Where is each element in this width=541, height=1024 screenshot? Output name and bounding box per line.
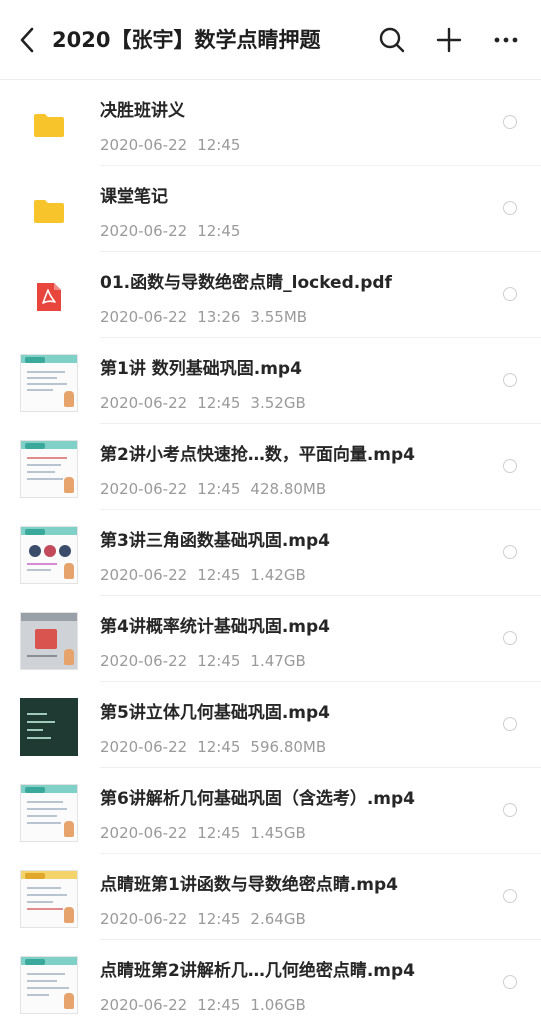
file-date: 2020-06-22 [100, 480, 188, 498]
file-time: 12:45 [197, 566, 241, 584]
pdf-icon [20, 268, 78, 326]
file-date: 2020-06-22 [100, 222, 188, 240]
select-radio[interactable] [503, 975, 517, 989]
file-date: 2020-06-22 [100, 738, 188, 756]
file-list: 决胜班讲义 2020-06-22 12:45 课堂笔记 2020-06-22 12:… [0, 80, 541, 1024]
file-row[interactable]: 第6讲解析几何基础巩固（含选考）.mp4 2020-06-22 12:45 1.45… [0, 768, 541, 854]
page-title: 2020【张宇】数学点睛押题 [52, 28, 321, 52]
select-radio[interactable] [503, 459, 517, 473]
file-size: 596.80MB [250, 738, 327, 756]
video-thumbnail [20, 526, 78, 584]
file-meta: 2020-06-22 12:45 596.80MB [100, 736, 326, 758]
file-row[interactable]: 课堂笔记 2020-06-22 12:45 [0, 166, 541, 252]
file-size: 1.42GB [250, 566, 306, 584]
file-name: 课堂笔记 [100, 187, 168, 207]
file-row[interactable]: 第5讲立体几何基础巩固.mp4 2020-06-22 12:45 596.80MB [0, 682, 541, 768]
file-time: 12:45 [197, 910, 241, 928]
file-time: 12:45 [197, 738, 241, 756]
search-icon [379, 27, 405, 53]
video-thumbnail [20, 698, 78, 756]
select-radio[interactable] [503, 373, 517, 387]
video-thumbnail [20, 354, 78, 412]
file-size: 3.52GB [250, 394, 306, 412]
file-meta: 2020-06-22 12:45 2.64GB [100, 908, 306, 930]
video-thumbnail [20, 956, 78, 1014]
back-button[interactable] [14, 22, 42, 58]
file-name: 01.函数与导数绝密点睛_locked.pdf [100, 273, 392, 293]
file-time: 12:45 [197, 480, 241, 498]
file-date: 2020-06-22 [100, 996, 188, 1014]
file-time: 12:45 [197, 222, 241, 240]
folder-icon [20, 182, 78, 240]
file-time: 12:45 [197, 394, 241, 412]
select-radio[interactable] [503, 803, 517, 817]
select-radio[interactable] [503, 201, 517, 215]
file-row[interactable]: 点睛班第1讲函数与导数绝密点睛.mp4 2020-06-22 12:45 2.64G… [0, 854, 541, 940]
file-name: 点睛班第1讲函数与导数绝密点睛.mp4 [100, 875, 398, 895]
file-meta: 2020-06-22 12:45 1.45GB [100, 822, 306, 844]
file-meta: 2020-06-22 12:45 3.52GB [100, 392, 306, 414]
select-radio[interactable] [503, 287, 517, 301]
plus-icon [436, 27, 462, 53]
file-name: 决胜班讲义 [100, 101, 185, 121]
file-size: 1.45GB [250, 824, 306, 842]
file-size: 2.64GB [250, 910, 306, 928]
video-thumbnail [20, 784, 78, 842]
file-size: 428.80MB [250, 480, 327, 498]
select-radio[interactable] [503, 545, 517, 559]
file-meta: 2020-06-22 12:45 [100, 220, 240, 242]
file-time: 12:45 [197, 824, 241, 842]
file-date: 2020-06-22 [100, 566, 188, 584]
more-icon [494, 37, 518, 43]
select-radio[interactable] [503, 115, 517, 129]
file-meta: 2020-06-22 12:45 1.42GB [100, 564, 306, 586]
file-time: 12:45 [197, 652, 241, 670]
file-meta: 2020-06-22 12:45 1.06GB [100, 994, 306, 1016]
file-row[interactable]: 点睛班第2讲解析几…几何绝密点睛.mp4 2020-06-22 12:45 1.06… [0, 940, 541, 1024]
file-size: 1.06GB [250, 996, 306, 1014]
file-meta: 2020-06-22 12:45 [100, 134, 240, 156]
file-size: 3.55MB [250, 308, 308, 326]
file-name: 第3讲三角函数基础巩固.mp4 [100, 531, 330, 551]
folder-icon [20, 96, 78, 154]
video-thumbnail [20, 870, 78, 928]
file-date: 2020-06-22 [100, 136, 188, 154]
file-row[interactable]: 决胜班讲义 2020-06-22 12:45 [0, 80, 541, 166]
file-time: 12:45 [197, 996, 241, 1014]
file-date: 2020-06-22 [100, 308, 188, 326]
file-date: 2020-06-22 [100, 824, 188, 842]
file-name: 第5讲立体几何基础巩固.mp4 [100, 703, 330, 723]
file-row[interactable]: 第4讲概率统计基础巩固.mp4 2020-06-22 12:45 1.47GB [0, 596, 541, 682]
more-button[interactable] [490, 22, 522, 58]
file-meta: 2020-06-22 12:45 428.80MB [100, 478, 326, 500]
file-date: 2020-06-22 [100, 394, 188, 412]
add-button[interactable] [433, 22, 465, 58]
file-size: 1.47GB [250, 652, 306, 670]
file-name: 第2讲小考点快速抢…数，平面向量.mp4 [100, 445, 415, 465]
file-time: 13:26 [197, 308, 241, 326]
file-row[interactable]: 第1讲 数列基础巩固.mp4 2020-06-22 12:45 3.52GB [0, 338, 541, 424]
search-button[interactable] [376, 22, 408, 58]
video-thumbnail [20, 612, 78, 670]
video-thumbnail [20, 440, 78, 498]
select-radio[interactable] [503, 889, 517, 903]
file-row[interactable]: 第2讲小考点快速抢…数，平面向量.mp4 2020-06-22 12:45 428.… [0, 424, 541, 510]
file-name: 第6讲解析几何基础巩固（含选考）.mp4 [100, 789, 415, 809]
file-name: 第1讲 数列基础巩固.mp4 [100, 359, 302, 379]
top-bar: 2020【张宇】数学点睛押题 [0, 0, 541, 80]
file-name: 第4讲概率统计基础巩固.mp4 [100, 617, 330, 637]
file-row[interactable]: 第3讲三角函数基础巩固.mp4 2020-06-22 12:45 1.42GB [0, 510, 541, 596]
file-name: 点睛班第2讲解析几…几何绝密点睛.mp4 [100, 961, 415, 981]
chevron-left-icon [20, 27, 34, 53]
file-time: 12:45 [197, 136, 241, 154]
select-radio[interactable] [503, 631, 517, 645]
file-date: 2020-06-22 [100, 910, 188, 928]
file-meta: 2020-06-22 12:45 1.47GB [100, 650, 306, 672]
file-date: 2020-06-22 [100, 652, 188, 670]
file-row[interactable]: 01.函数与导数绝密点睛_locked.pdf 2020-06-22 13:26 3… [0, 252, 541, 338]
file-meta: 2020-06-22 13:26 3.55MB [100, 306, 307, 328]
select-radio[interactable] [503, 717, 517, 731]
